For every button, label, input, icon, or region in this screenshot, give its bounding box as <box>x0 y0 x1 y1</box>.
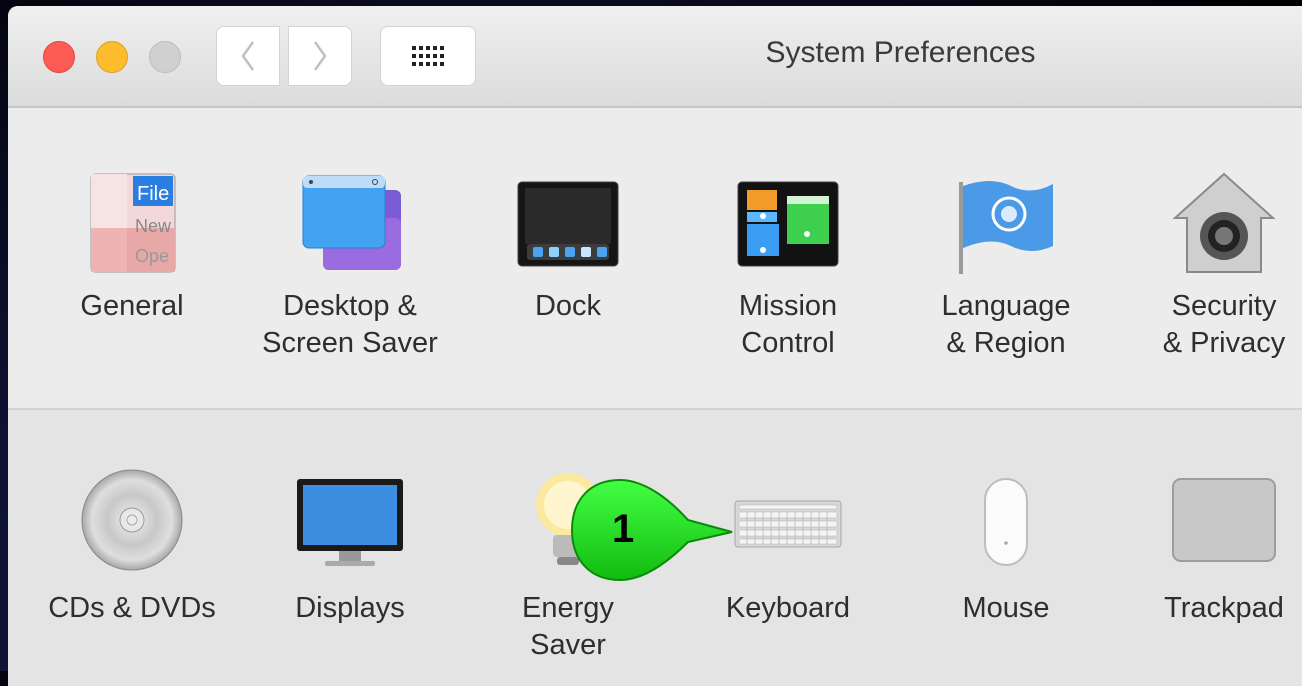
show-all-button[interactable] <box>380 26 476 86</box>
pref-desktop-screen-saver[interactable]: Desktop & Screen Saver <box>240 108 460 408</box>
pref-label: Language & Region <box>941 290 1071 359</box>
pref-displays[interactable]: Displays <box>240 410 460 686</box>
personal-prefs-row: File New Ope General Desktop & Screen Sa… <box>8 108 1302 410</box>
zoom-button[interactable] <box>149 41 181 73</box>
security-icon <box>1172 172 1276 273</box>
mouse-icon <box>984 478 1028 566</box>
pref-label: Displays <box>295 592 405 624</box>
pref-label: Energy Saver <box>522 592 614 661</box>
general-icon-file-text: File <box>137 183 169 205</box>
disc-icon <box>81 469 183 571</box>
general-icon-open-text: Ope <box>135 246 169 266</box>
pref-dock[interactable]: Dock <box>458 108 678 408</box>
window-title: System Preferences <box>765 36 1036 69</box>
pref-label: Keyboard <box>725 592 851 624</box>
dock-icon <box>517 181 619 267</box>
chevron-right-icon <box>313 41 327 71</box>
callout-number: 1 <box>612 507 635 551</box>
titlebar: System Preferences <box>8 6 1302 108</box>
pref-cds-dvds[interactable]: CDs & DVDs <box>22 410 242 686</box>
general-icon-new-text: New <box>135 216 172 236</box>
desktop-icon <box>302 175 401 270</box>
pref-trackpad[interactable]: Trackpad <box>1114 410 1302 686</box>
pref-language-region[interactable]: Language & Region <box>896 108 1116 408</box>
pref-label: Security & Privacy <box>1162 290 1286 359</box>
pref-mouse[interactable]: Mouse <box>896 410 1116 686</box>
forward-button[interactable] <box>288 26 352 86</box>
display-icon <box>297 479 403 566</box>
pref-label: Desktop & Screen Saver <box>262 290 438 359</box>
minimize-button[interactable] <box>96 41 128 73</box>
pref-general[interactable]: File New Ope General <box>22 108 242 408</box>
callout-arrow <box>570 478 733 582</box>
pref-label: Mission Control <box>738 290 838 359</box>
back-button[interactable] <box>216 26 280 86</box>
mission-control-icon <box>737 181 839 267</box>
close-button[interactable] <box>43 41 75 73</box>
grid-icon <box>412 46 444 66</box>
flag-icon <box>959 181 1053 274</box>
pref-label: Mouse <box>962 592 1050 624</box>
keyboard-icon <box>734 500 842 548</box>
pref-label: Dock <box>534 290 602 322</box>
trackpad-icon <box>1172 478 1276 562</box>
pref-security-privacy[interactable]: Security & Privacy <box>1114 108 1302 408</box>
pref-mission-control[interactable]: Mission Control <box>678 108 898 408</box>
chevron-left-icon <box>241 41 255 71</box>
pref-label: CDs & DVDs <box>48 592 216 624</box>
pref-label: General <box>80 290 184 322</box>
general-icon: File New Ope <box>90 173 176 273</box>
pref-label: Trackpad <box>1164 592 1284 624</box>
